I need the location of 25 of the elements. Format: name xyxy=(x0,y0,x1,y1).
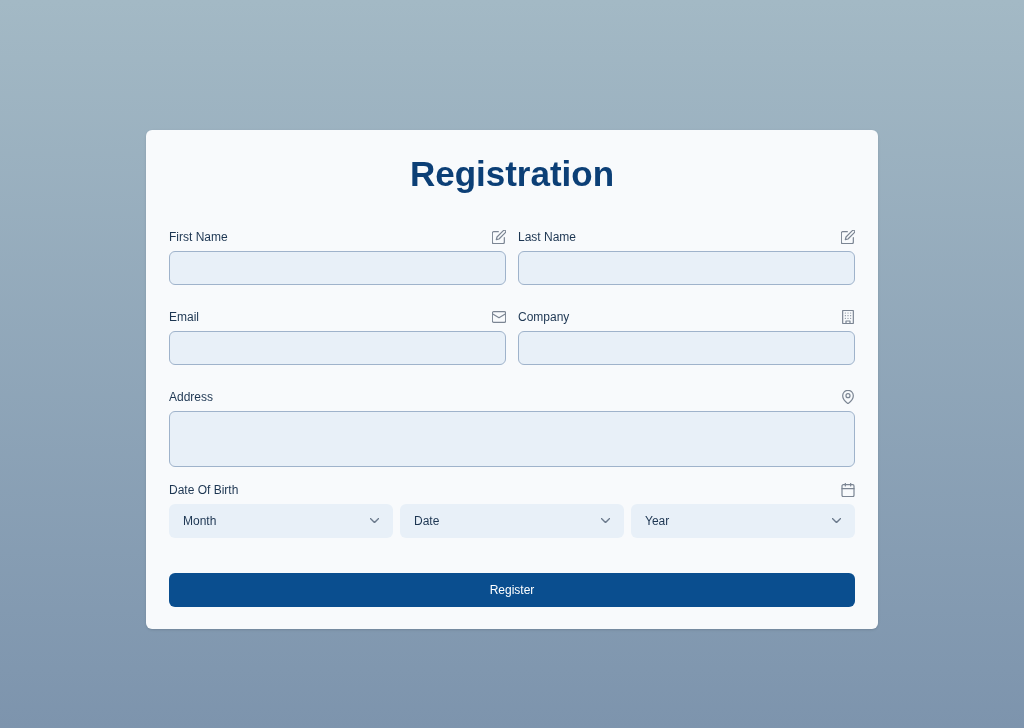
input-field[interactable] xyxy=(169,330,506,365)
input-field[interactable] xyxy=(518,330,855,365)
field-label: Email xyxy=(169,308,199,326)
chevron-down-icon xyxy=(832,518,841,523)
register-button[interactable]: Register xyxy=(169,572,855,607)
field-label: Last Name xyxy=(518,228,577,246)
dropdown[interactable]: Year xyxy=(631,503,855,538)
input-field[interactable] xyxy=(169,250,506,285)
edit-icon xyxy=(492,229,506,244)
field-label: Address xyxy=(169,388,214,406)
edit-icon xyxy=(841,229,855,244)
dropdown[interactable]: Month xyxy=(169,503,393,538)
field-label: Date Of Birth xyxy=(169,481,239,499)
mail-icon xyxy=(492,309,506,324)
map-pin-icon xyxy=(841,389,855,404)
dropdown[interactable]: Date xyxy=(400,503,624,538)
form-title: Registration xyxy=(409,153,615,194)
input-field[interactable] xyxy=(518,250,855,285)
field-label: Company xyxy=(518,308,570,326)
field-label: First Name xyxy=(169,228,228,246)
chevron-down-icon xyxy=(601,518,610,523)
calendar-icon xyxy=(841,482,855,497)
chevron-down-icon xyxy=(370,518,379,523)
textarea-field[interactable] xyxy=(169,410,855,467)
building-icon xyxy=(841,309,855,324)
